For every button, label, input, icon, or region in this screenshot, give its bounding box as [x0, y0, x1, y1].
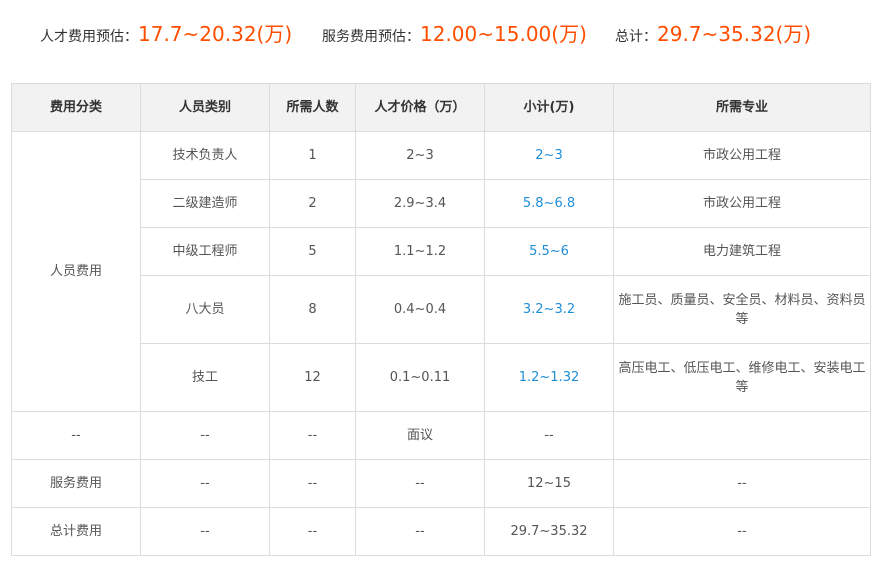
major-cell: 高压电工、低压电工、维修电工、安装电工等	[613, 343, 871, 412]
count-cell: --	[269, 507, 356, 556]
major-cell: --	[613, 459, 871, 508]
subtotal-cell: 29.7~35.32	[484, 507, 614, 556]
subtotal-cell: --	[484, 411, 614, 460]
subtotal-cell: 3.2~3.2	[484, 275, 614, 344]
role-cell: 技术负责人	[140, 131, 270, 180]
header-talent-price: 人才价格（万）	[355, 83, 485, 132]
table-row: 八大员 8 0.4~0.4 3.2~3.2 施工员、质量员、安全员、材料员、资料…	[12, 275, 871, 344]
subtotal-cell: 5.5~6	[484, 227, 614, 276]
table-row-other: -- -- -- 面议 --	[11, 411, 871, 460]
count-cell: 8	[269, 275, 356, 344]
category-cell: --	[11, 411, 141, 460]
price-cell: 2~3	[355, 131, 485, 180]
talent-cost-value: 17.7~20.32(万)	[138, 22, 293, 46]
role-cell: 八大员	[140, 275, 270, 344]
count-cell: --	[269, 411, 356, 460]
header-required-major: 所需专业	[613, 83, 871, 132]
cost-summary-bar: 人才费用预估： 17.7~20.32(万) 服务费用预估： 12.00~15.0…	[0, 0, 878, 66]
role-cell: --	[140, 459, 270, 508]
total-cost-value: 29.7~35.32(万)	[657, 22, 812, 46]
major-cell: 电力建筑工程	[613, 227, 871, 276]
subtotal-cell: 12~15	[484, 459, 614, 508]
count-cell: 1	[269, 131, 356, 180]
service-cost-label: 服务费用预估：	[322, 29, 420, 45]
major-cell: --	[613, 507, 871, 556]
service-cost-value: 12.00~15.00(万)	[420, 22, 587, 46]
talent-cost-label: 人才费用预估：	[40, 29, 138, 45]
service-cost-estimate: 服务费用预估： 12.00~15.00(万)	[322, 18, 587, 47]
role-cell: 技工	[140, 343, 270, 412]
header-subtotal: 小计(万)	[484, 83, 614, 132]
cost-table: 费用分类 人员类别 所需人数 人才价格（万） 小计(万) 所需专业 人员费用 技…	[11, 83, 871, 556]
cost-table-container: 费用分类 人员类别 所需人数 人才价格（万） 小计(万) 所需专业 人员费用 技…	[11, 83, 871, 556]
talent-cost-estimate: 人才费用预估： 17.7~20.32(万)	[40, 18, 292, 47]
table-row-total: 总计费用 -- -- -- 29.7~35.32 --	[11, 507, 871, 556]
price-cell: 0.4~0.4	[355, 275, 485, 344]
price-cell: 2.9~3.4	[355, 179, 485, 228]
price-cell: 0.1~0.11	[355, 343, 485, 412]
subtotal-cell: 2~3	[484, 131, 614, 180]
price-cell: 面议	[355, 411, 485, 460]
personnel-category-cell: 人员费用	[11, 131, 141, 412]
table-row: 二级建造师 2 2.9~3.4 5.8~6.8 市政公用工程	[12, 179, 871, 228]
count-cell: 5	[269, 227, 356, 276]
table-header-row: 费用分类 人员类别 所需人数 人才价格（万） 小计(万) 所需专业	[11, 83, 871, 132]
table-row: 人员费用 技术负责人 1 2~3 2~3 市政公用工程	[11, 131, 871, 412]
header-head-count: 所需人数	[269, 83, 356, 132]
total-cost-label: 总计：	[615, 29, 657, 45]
table-row: 技工 12 0.1~0.11 1.2~1.32 高压电工、低压电工、维修电工、安…	[12, 343, 871, 412]
role-cell: 二级建造师	[140, 179, 270, 228]
price-cell: 1.1~1.2	[355, 227, 485, 276]
table-row-service: 服务费用 -- -- -- 12~15 --	[11, 459, 871, 508]
price-cell: --	[355, 459, 485, 508]
subtotal-cell: 1.2~1.32	[484, 343, 614, 412]
subtotal-cell: 5.8~6.8	[484, 179, 614, 228]
role-cell: --	[140, 507, 270, 556]
total-cost-estimate: 总计： 29.7~35.32(万)	[615, 18, 811, 47]
header-cost-category: 费用分类	[11, 83, 141, 132]
role-cell: --	[140, 411, 270, 460]
major-cell: 施工员、质量员、安全员、材料员、资料员等	[613, 275, 871, 344]
count-cell: 12	[269, 343, 356, 412]
header-staff-type: 人员类别	[140, 83, 270, 132]
category-cell: 服务费用	[11, 459, 141, 508]
category-cell: 总计费用	[11, 507, 141, 556]
price-cell: --	[355, 507, 485, 556]
count-cell: 2	[269, 179, 356, 228]
major-cell: 市政公用工程	[613, 131, 871, 180]
role-cell: 中级工程师	[140, 227, 270, 276]
major-cell	[613, 411, 871, 460]
major-cell: 市政公用工程	[613, 179, 871, 228]
count-cell: --	[269, 459, 356, 508]
table-row: 中级工程师 5 1.1~1.2 5.5~6 电力建筑工程	[12, 227, 871, 276]
